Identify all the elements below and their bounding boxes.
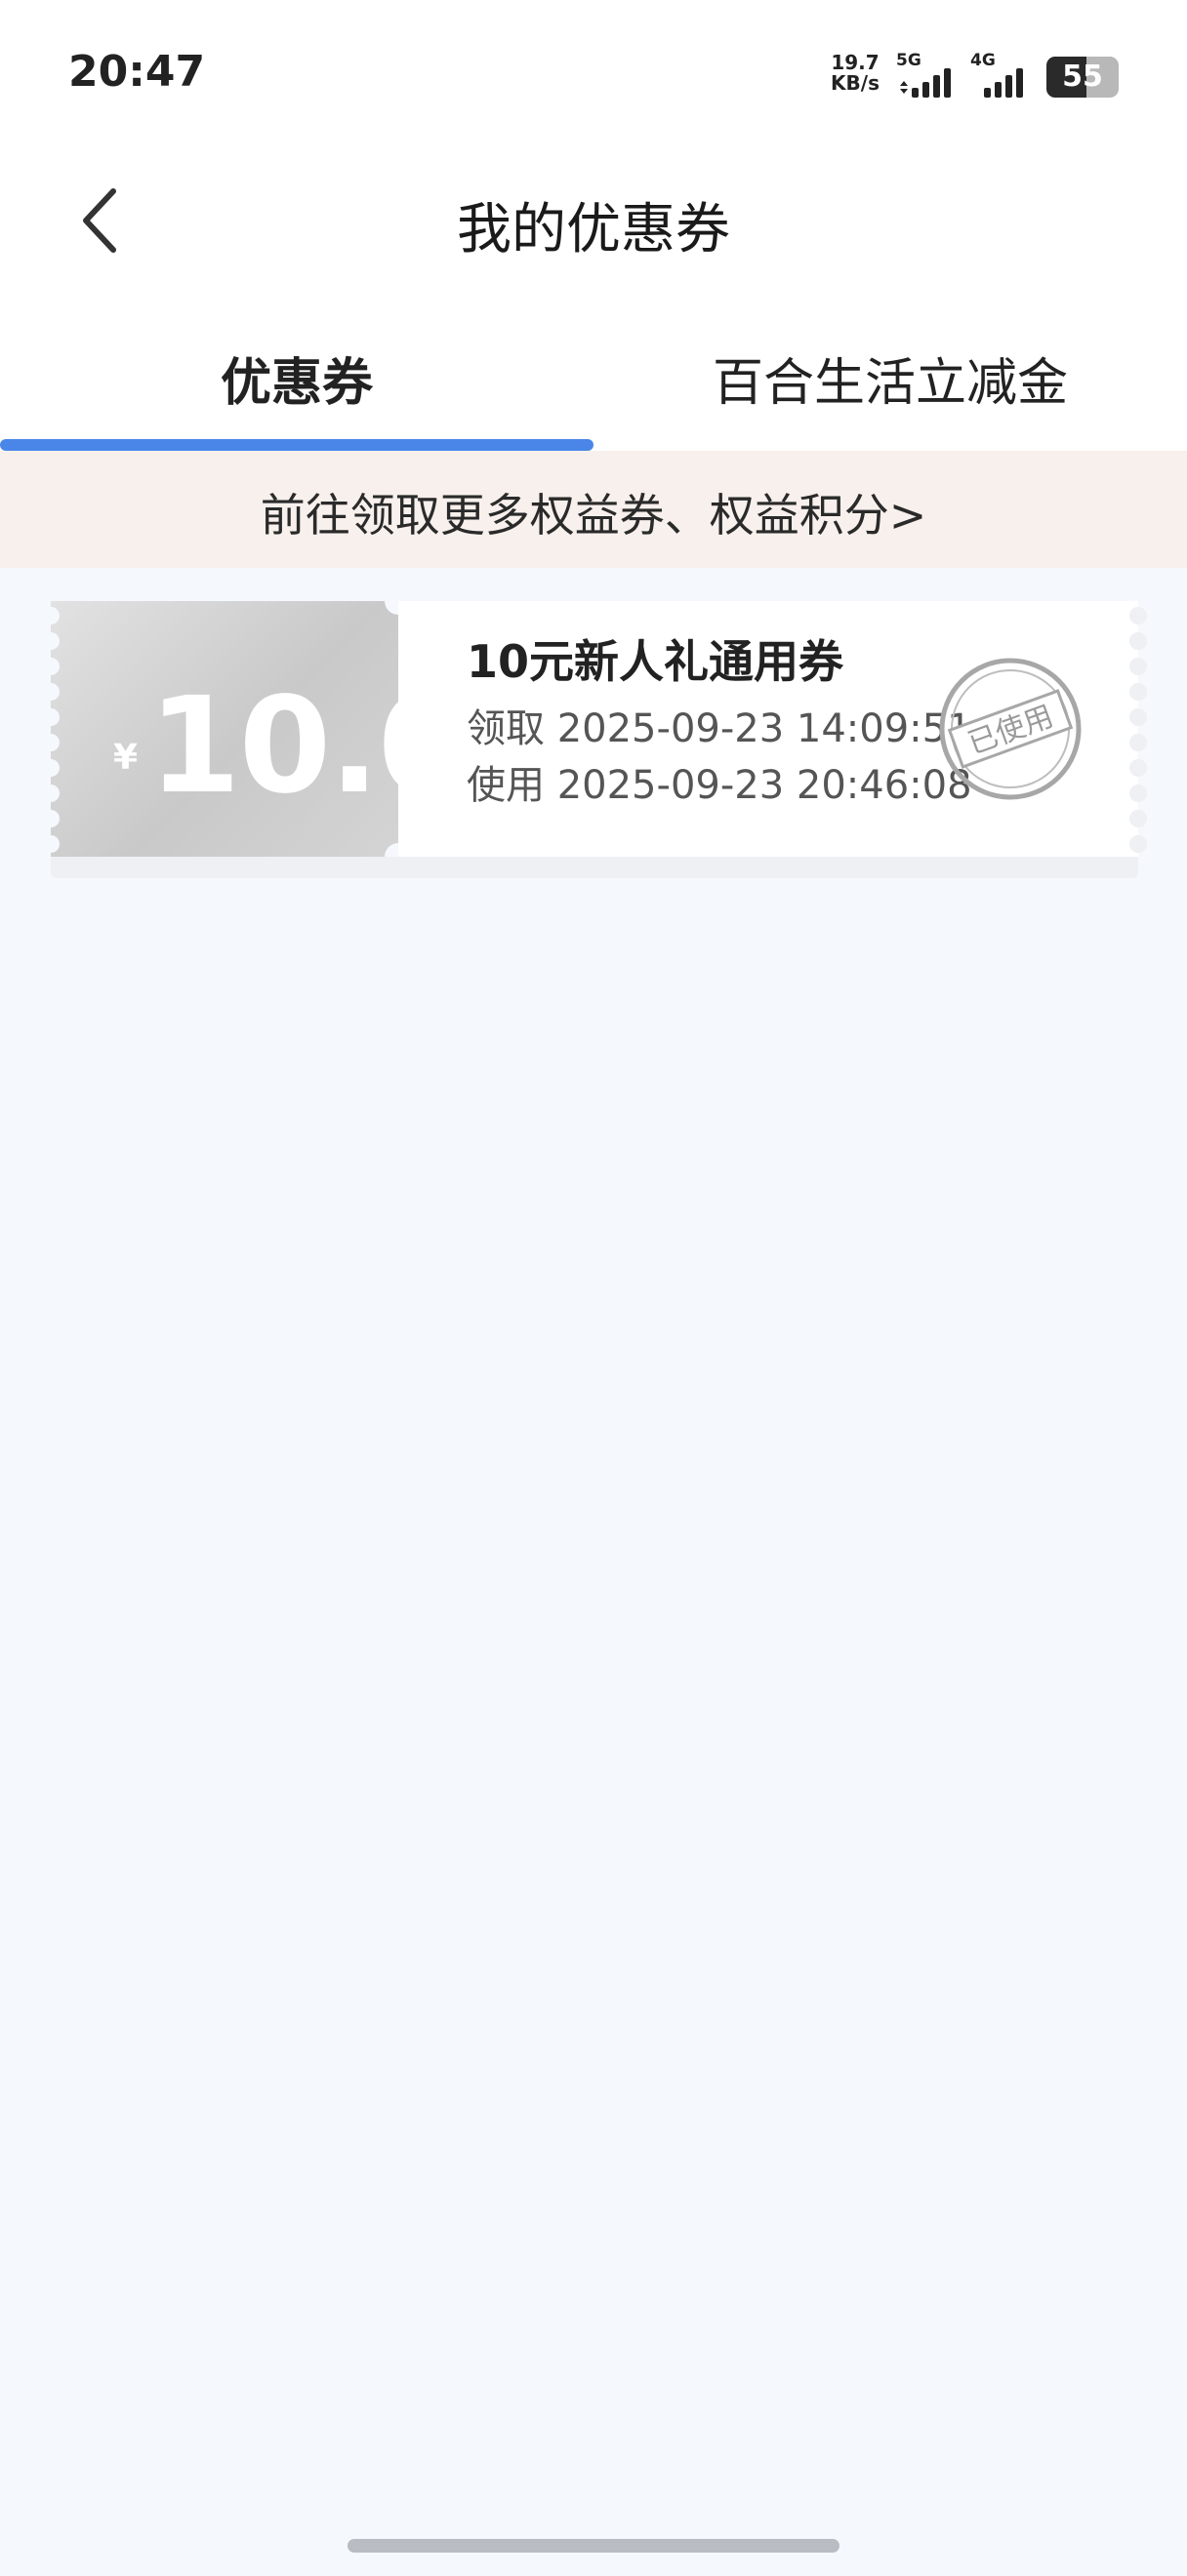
signal-4g-icon: 4G [970,51,1035,98]
coupon-amount-panel: ¥ 10.0 [51,601,398,857]
ticket-scallop [1129,658,1147,675]
ticket-scallop [51,835,60,853]
page-title: 我的优惠券 [457,198,730,262]
status-time: 20:47 [68,47,206,97]
ticket-scallop [51,607,60,624]
ticket-scallop [51,683,60,701]
tab-coupons[interactable]: 优惠券 [0,342,594,415]
ticket-scallop [1129,785,1147,802]
ticket-scallop [1129,835,1147,853]
coupon-used-time: 使用 2025-09-23 20:46:08 [467,763,972,808]
ticket-scallop [51,785,60,802]
ticket-scallop [1129,759,1147,777]
battery-level: 55 [1062,60,1103,94]
ticket-scallop [1129,607,1147,624]
app-header: 我的优惠券 [0,146,1187,302]
ticket-scallop [1129,632,1147,650]
signal-5g-icon: 5G [896,51,961,98]
ticket-scallop [1129,683,1147,701]
ticket-scallop [1129,810,1147,827]
ticket-scallop [51,810,60,827]
status-bar: 20:47 19.7 KB/s 5G 4G 55 [0,0,1187,146]
promo-banner[interactable]: 前往领取更多权益券、权益积分> [0,451,1187,568]
home-indicator[interactable] [348,2539,839,2553]
ticket-notch-bottom [385,843,398,857]
coupon-card[interactable]: ¥ 10.0 10元新人礼通用券 领取 2025-09-23 14:09:51 … [51,601,1147,878]
ticket-scallop [1129,708,1147,726]
ticket-scallop [51,759,60,777]
coupon-received-time: 领取 2025-09-23 14:09:51 [467,706,972,751]
tab-baihe-discount[interactable]: 百合生活立减金 [594,342,1187,415]
used-stamp-icon: 已使用 [939,658,1082,800]
coupon-details-panel: 10元新人礼通用券 领取 2025-09-23 14:09:51 使用 2025… [398,601,1147,857]
battery-icon: 55 [1046,57,1119,98]
tab-bar: 优惠券 百合生活立减金 [0,302,1187,451]
currency-symbol: ¥ [113,738,139,778]
coupon-title: 10元新人礼通用券 [467,635,844,688]
ticket-scallop [51,734,60,751]
network-speed-value: 19.7 [831,51,880,74]
network-speed-unit: KB/s [831,71,880,95]
promo-banner-text[interactable]: 前往领取更多权益券、权益积分> [0,480,1187,544]
ticket-scallop [51,658,60,675]
ticket-scallop [51,632,60,650]
coupon-amount: 10.0 [148,669,398,824]
network-speed: 19.7 KB/s [826,53,884,94]
active-tab-indicator [0,439,594,451]
ticket-scallop [1129,734,1147,751]
ticket-notch-top [385,601,398,615]
ticket-scallop [51,708,60,726]
